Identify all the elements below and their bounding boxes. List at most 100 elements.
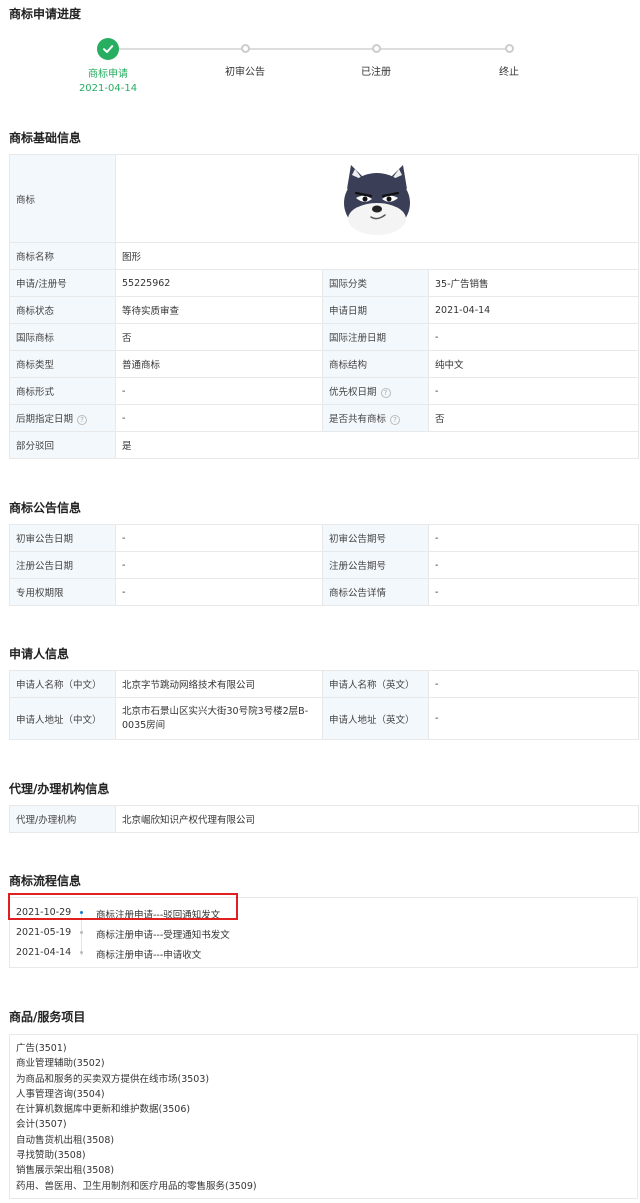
row-value: - <box>428 670 639 698</box>
row-key: 国际注册日期 <box>322 323 429 351</box>
row-key: 商标状态 <box>9 296 116 324</box>
row-key: 申请人名称（中文） <box>9 670 116 698</box>
timeline-text: 商标注册申请---受理通知书发文 <box>96 930 230 941</box>
step-preliminary-announcement: 初审公告 <box>195 30 295 78</box>
row-key: 代理/办理机构 <box>9 805 116 833</box>
row-key: 国际分类 <box>322 269 429 297</box>
step-terminated: 终止 <box>459 30 559 78</box>
row-key-label: 优先权日期 <box>329 387 377 398</box>
list-item: 寻找赞助(3508) <box>16 1150 86 1162</box>
row-value: 等待实质审查 <box>115 296 323 324</box>
help-icon[interactable]: ? <box>380 387 391 398</box>
row-value: 否 <box>115 323 323 351</box>
announce-info-title: 商标公告信息 <box>9 501 82 515</box>
timeline-dot-icon <box>80 951 83 954</box>
applicant-name-link[interactable]: 北京字节跳动网络技术有限公司 <box>115 670 323 698</box>
step-label: 终止 <box>499 67 519 78</box>
step-trademark-application: 商标申请 2021-04-14 <box>58 30 158 94</box>
row-key: 初审公告期号 <box>322 524 429 552</box>
row-value: - <box>428 323 639 351</box>
row-value: - <box>428 578 639 606</box>
list-item: 广告(3501) <box>16 1043 67 1054</box>
logo-cell <box>115 154 639 243</box>
row-value: 纯中文 <box>428 350 639 378</box>
step-label: 已注册 <box>361 67 391 78</box>
progress-title: 商标申请进度 <box>9 7 82 21</box>
row-value: - <box>115 524 323 552</box>
step-date: 2021-04-14 <box>78 83 138 94</box>
list-item: 药用、兽医用、卫生用制剂和医疗用品的零售服务(3509) <box>16 1180 257 1192</box>
basic-info-title: 商标基础信息 <box>9 131 82 145</box>
row-key: 申请人地址（英文） <box>322 697 429 740</box>
basic-info-table: 商标 商标名称 图形 申请/注册号 55225962 国际分类 35-广告销售 … <box>9 154 639 459</box>
row-key: 申请日期 <box>322 296 429 324</box>
applicant-info-table: 申请人名称（中文） 北京字节跳动网络技术有限公司 申请人名称（英文） - 申请人… <box>9 670 639 740</box>
timeline-item: 2021-04-14 商标注册申请---申请收文 <box>10 943 639 963</box>
row-value: - <box>115 551 323 579</box>
row-value: - <box>115 404 323 432</box>
row-key: 专用权期限 <box>9 578 116 606</box>
row-value: 55225962 <box>115 269 323 297</box>
row-key: 商标公告详情 <box>322 578 429 606</box>
row-value: 35-广告销售 <box>428 269 639 297</box>
agent-info-table: 代理/办理机构 北京崛欣知识产权代理有限公司 <box>9 805 639 833</box>
row-value: - <box>428 697 639 740</box>
pending-dot-icon <box>240 44 250 53</box>
row-value: 2021-04-14 <box>428 296 639 324</box>
step-registered: 已注册 <box>326 30 426 78</box>
row-value: 普通商标 <box>115 350 323 378</box>
goods-list: 广告(3501) 商业管理辅助(3502) 为商品和服务的买卖双方提供在线市场(… <box>9 1034 638 1199</box>
list-item: 销售展示架出租(3508) <box>16 1165 115 1177</box>
goods-title: 商品/服务项目 <box>9 1010 86 1024</box>
timeline-date: 2021-05-19 <box>16 927 72 938</box>
timeline-item: 2021-05-19 商标注册申请---受理通知书发文 <box>10 923 639 943</box>
highlight-box <box>8 893 238 920</box>
list-item: 为商品和服务的买卖双方提供在线市场(3503) <box>16 1073 210 1085</box>
row-key: 部分驳回 <box>9 431 116 459</box>
logo-key: 商标 <box>9 154 116 243</box>
row-value: - <box>428 551 639 579</box>
later-designation-key: 后期指定日期? <box>9 404 116 432</box>
timeline-dot-icon <box>80 931 83 934</box>
row-key: 注册公告日期 <box>9 551 116 579</box>
shared-trademark-key: 是否共有商标? <box>322 404 429 432</box>
row-value: - <box>428 377 639 405</box>
row-value: 北京市石景山区实兴大街30号院3号楼2层B-0035房间 <box>115 697 323 740</box>
list-item: 商业管理辅助(3502) <box>16 1058 105 1070</box>
row-key: 商标形式 <box>9 377 116 405</box>
row-key: 申请/注册号 <box>9 269 116 297</box>
row-value: 否 <box>428 404 639 432</box>
list-item: 在计算机数据库中更新和维护数据(3506) <box>16 1104 191 1116</box>
progress-tracker: 商标申请 2021-04-14 初审公告 已注册 终止 <box>0 30 640 110</box>
row-key: 商标结构 <box>322 350 429 378</box>
row-key: 申请人名称（英文） <box>322 670 429 698</box>
check-icon <box>97 38 119 60</box>
row-key-label: 后期指定日期 <box>16 414 74 425</box>
row-value: 是 <box>115 431 639 459</box>
row-value: - <box>115 377 323 405</box>
list-item: 会计(3507) <box>16 1119 67 1131</box>
list-item: 人事管理咨询(3504) <box>16 1088 105 1100</box>
row-key: 申请人地址（中文） <box>9 697 116 740</box>
step-label: 初审公告 <box>225 67 265 78</box>
flow-info-title: 商标流程信息 <box>9 874 82 888</box>
row-key: 初审公告日期 <box>9 524 116 552</box>
row-key: 国际商标 <box>9 323 116 351</box>
help-icon[interactable]: ? <box>77 414 88 425</box>
timeline-text: 商标注册申请---申请收文 <box>96 950 202 961</box>
trademark-logo <box>344 164 410 235</box>
pending-dot-icon <box>371 44 381 53</box>
agent-name-link[interactable]: 北京崛欣知识产权代理有限公司 <box>115 805 639 833</box>
applicant-info-title: 申请人信息 <box>9 647 70 661</box>
row-value: - <box>115 578 323 606</box>
agent-info-title: 代理/办理机构信息 <box>9 782 110 796</box>
priority-date-key: 优先权日期? <box>322 377 429 405</box>
row-key: 商标名称 <box>9 242 116 270</box>
timeline-date: 2021-04-14 <box>16 947 72 958</box>
row-key: 商标类型 <box>9 350 116 378</box>
progress-line <box>118 48 510 50</box>
row-value: 图形 <box>115 242 639 270</box>
step-label: 商标申请 <box>88 69 128 80</box>
help-icon[interactable]: ? <box>390 414 401 425</box>
row-key: 注册公告期号 <box>322 551 429 579</box>
